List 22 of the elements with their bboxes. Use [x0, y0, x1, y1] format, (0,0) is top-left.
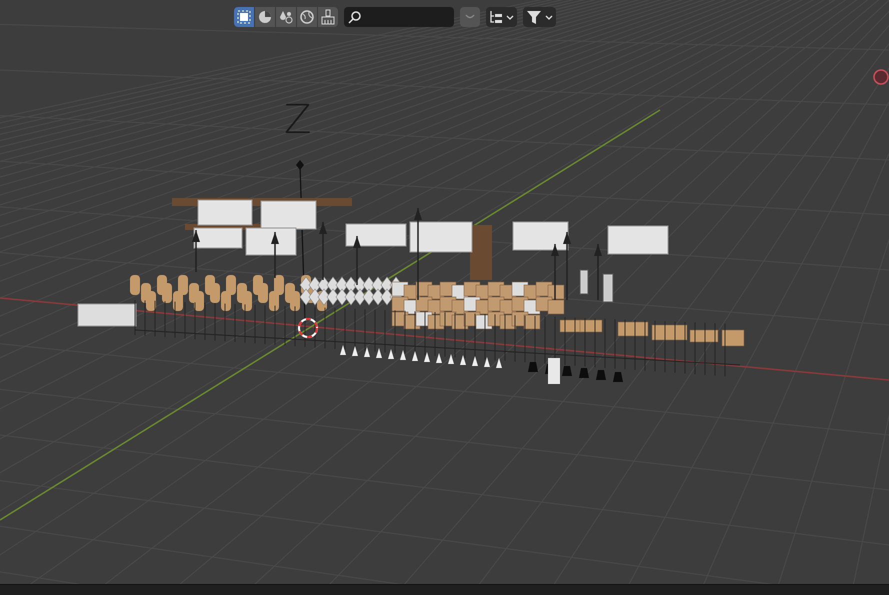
3d-cursor-icon — [298, 318, 318, 338]
droplet-icon — [278, 9, 294, 25]
toggle-button[interactable] — [460, 7, 480, 27]
shading-icon — [257, 9, 273, 25]
brush-icon — [320, 9, 336, 25]
filter-icon — [526, 10, 542, 24]
select-icon — [236, 9, 252, 25]
chevron-icon — [465, 14, 475, 20]
hierarchy-icon — [489, 10, 503, 24]
globe-icon — [299, 9, 315, 25]
hierarchy-dropdown[interactable] — [486, 7, 517, 27]
filter-toggle[interactable] — [297, 7, 317, 27]
filter-toggle[interactable] — [276, 7, 296, 27]
filter-dropdown[interactable] — [523, 7, 556, 27]
record-dot-icon[interactable] — [873, 69, 889, 85]
search-field[interactable] — [344, 7, 454, 27]
filter-toggle[interactable] — [234, 7, 254, 27]
filter-toggle[interactable] — [318, 7, 338, 27]
filter-toggle[interactable] — [255, 7, 275, 27]
caret-icon — [506, 14, 514, 20]
search-icon — [348, 10, 362, 24]
caret-icon — [545, 14, 553, 20]
